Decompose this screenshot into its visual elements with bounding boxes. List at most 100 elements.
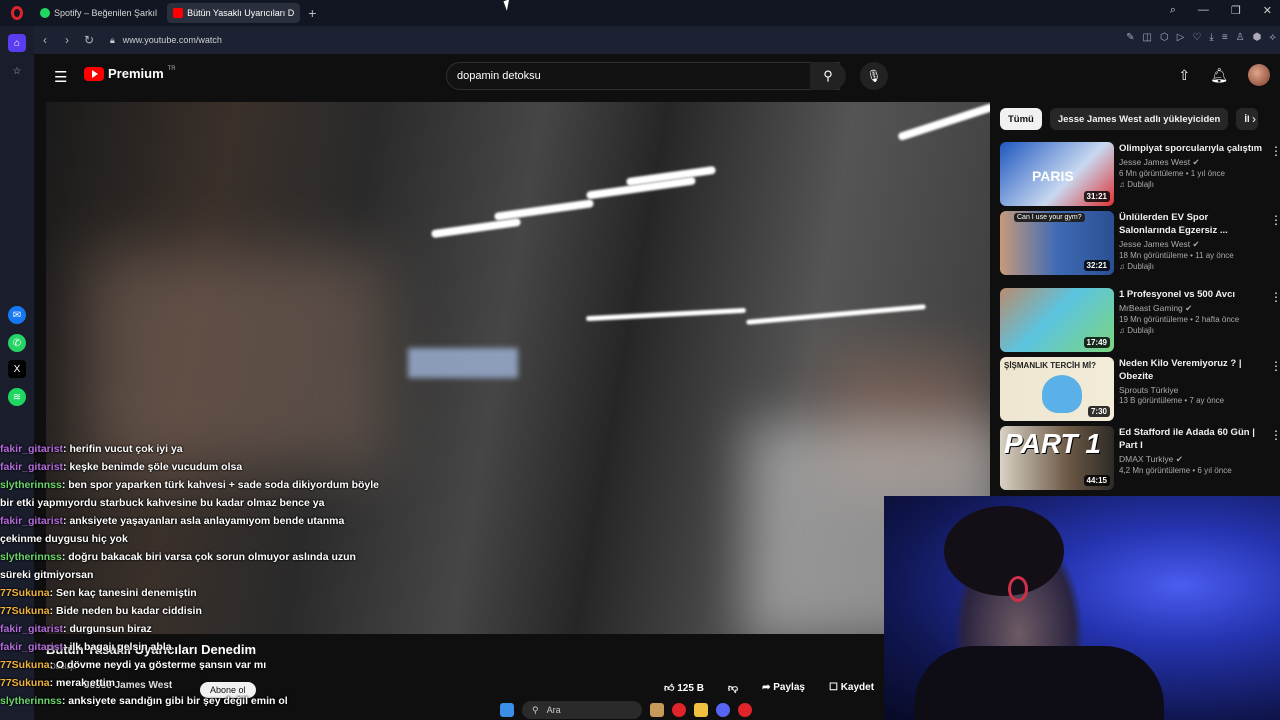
- stream-chat-overlay: fakir_gitarist: herifin vucut çok iyi ya…: [0, 440, 380, 710]
- opera-gx-icon[interactable]: [738, 703, 752, 717]
- hamburger-menu-icon[interactable]: ☰: [54, 68, 67, 86]
- x-icon[interactable]: X: [8, 360, 26, 378]
- menu-icon[interactable]: ≡: [1222, 32, 1228, 43]
- more-options-icon[interactable]: ⋮: [1270, 144, 1280, 158]
- widget-icon[interactable]: [650, 703, 664, 717]
- profile-icon[interactable]: ♙: [1236, 32, 1245, 43]
- channel-name[interactable]: Jesse James West: [1119, 157, 1190, 167]
- new-tab-button[interactable]: +: [308, 5, 316, 21]
- avatar[interactable]: [1248, 64, 1270, 86]
- recommended-video[interactable]: Can I use your gym? 32:21 Ünlülerden EV …: [1000, 211, 1280, 277]
- opera-logo-icon[interactable]: [0, 0, 34, 26]
- discord-icon[interactable]: [716, 703, 730, 717]
- windows-start-icon[interactable]: [500, 703, 514, 717]
- recommended-video[interactable]: PARIS 31:21 Olimpiyat sporcularıyla çalı…: [1000, 142, 1280, 208]
- tab-spotify[interactable]: Spotify – Beğenilen Şarkıl: [34, 3, 163, 23]
- video-title[interactable]: Neden Kilo Veremiyoruz ? | Obezite: [1119, 357, 1267, 383]
- duration-badge: 31:21: [1083, 191, 1110, 202]
- more-options-icon[interactable]: ⋮: [1270, 359, 1280, 373]
- ceiling-light: [493, 199, 595, 221]
- chat-text: : Sen kaç tanesini denemiştin: [49, 587, 197, 599]
- video-thumbnail[interactable]: ŞİŞMANLIK TERCİH Mİ? 7:30: [1000, 357, 1114, 421]
- sidebar-icon[interactable]: ⟡: [1269, 32, 1276, 43]
- channel-name[interactable]: Sprouts Türkiye: [1119, 385, 1178, 395]
- edit-icon[interactable]: ✎: [1126, 32, 1134, 43]
- voice-search-button[interactable]: 🎙︎: [860, 62, 888, 90]
- minimize-button[interactable]: —: [1198, 4, 1209, 17]
- chevron-right-icon[interactable]: ›: [1252, 112, 1256, 126]
- address-bar-icons: ✎ ◫ ⬡ ▷ ♡ ⤓ ≡ ♙ ⬢ ⟡: [1126, 32, 1276, 43]
- monitor-glow: [408, 348, 518, 378]
- video-title[interactable]: Olimpiyat sporcularıyla çalıştım: [1119, 142, 1267, 155]
- dislike-button[interactable]: 👎︎: [728, 682, 738, 694]
- chat-username: fakir_gitarist: [0, 443, 64, 455]
- whatsapp-icon[interactable]: ✆: [8, 334, 26, 352]
- upload-icon[interactable]: ⇧: [1178, 67, 1190, 84]
- messenger-icon[interactable]: ✉: [8, 306, 26, 324]
- url-field[interactable]: 🔒︎ www.youtube.com/watch: [110, 35, 222, 46]
- download-icon[interactable]: ⤓: [1209, 32, 1213, 43]
- close-button[interactable]: ✕: [1263, 4, 1272, 17]
- verified-icon: ✔︎: [1192, 157, 1200, 167]
- dubbed-badge: Dublajlı: [1127, 180, 1154, 189]
- search-input[interactable]: [457, 70, 777, 82]
- chat-message: fakir_gitarist: herifin vucut çok iyi ya: [0, 440, 380, 458]
- search-box[interactable]: ✕: [446, 62, 840, 90]
- thumbnail-text: PART 1: [1004, 428, 1101, 459]
- logo-text: Premium: [108, 66, 164, 81]
- video-thumbnail[interactable]: 17:49: [1000, 288, 1114, 352]
- search-tabs-icon[interactable]: ⌕: [1170, 4, 1176, 17]
- back-button[interactable]: ‹: [34, 33, 56, 47]
- dubbed-badge: Dublajlı: [1127, 262, 1154, 271]
- search-button[interactable]: ⚲: [810, 62, 846, 90]
- recommended-video[interactable]: 17:49 1 Profesyonel vs 500 Avcı MrBeast …: [1000, 288, 1280, 354]
- notifications-bell-icon[interactable]: 🔔︎: [1210, 67, 1228, 84]
- like-button[interactable]: 👍︎ 125 B: [664, 682, 704, 694]
- chat-username: 77Sukuna: [0, 605, 50, 617]
- youtube-logo[interactable]: Premium TR: [84, 66, 176, 81]
- save-button[interactable]: ☐ Kaydet: [829, 682, 874, 694]
- video-title[interactable]: Ünlülerden EV Spor Salonlarında Egzersiz…: [1119, 211, 1267, 237]
- chip-uploader[interactable]: Jesse James West adlı yükleyiciden: [1049, 108, 1229, 130]
- folder-icon[interactable]: [694, 703, 708, 717]
- forward-button[interactable]: ›: [56, 33, 78, 47]
- mic-icon: 🎙︎: [866, 69, 882, 83]
- video-title[interactable]: 1 Profesyonel vs 500 Avcı: [1119, 288, 1267, 301]
- taskbar-search[interactable]: ⚲ Ara: [522, 701, 642, 719]
- tab-youtube[interactable]: Bütün Yasaklı Uyarıcıları D: [167, 3, 301, 23]
- video-title[interactable]: Ed Stafford ile Adada 60 Gün | Part I: [1119, 426, 1267, 452]
- reload-button[interactable]: ↻: [78, 33, 100, 47]
- recommended-video[interactable]: PART 1 44:15 Ed Stafford ile Adada 60 Gü…: [1000, 426, 1280, 492]
- video-meta: 18 Mn görüntüleme • 11 ay önce: [1119, 251, 1234, 260]
- youtube-icon: [173, 8, 184, 18]
- home-icon[interactable]: ⌂: [8, 34, 26, 52]
- ceiling-light: [897, 102, 990, 142]
- video-thumbnail[interactable]: PARIS 31:21: [1000, 142, 1114, 206]
- video-thumbnail[interactable]: Can I use your gym? 32:21: [1000, 211, 1114, 275]
- opera-taskbar-icon[interactable]: [672, 703, 686, 717]
- channel-name[interactable]: Jesse James West: [1119, 239, 1190, 249]
- chip-all[interactable]: Tümü: [1000, 108, 1042, 130]
- spotify-sidebar-icon[interactable]: ≋: [8, 388, 26, 406]
- star-icon[interactable]: ☆: [8, 62, 26, 80]
- chat-username: fakir_gitarist: [0, 461, 64, 473]
- channel-name[interactable]: DMAX Turkiye: [1119, 454, 1173, 464]
- maximize-button[interactable]: ❐: [1231, 4, 1241, 17]
- thumbs-up-icon: 👍︎: [664, 683, 675, 694]
- extension-icon[interactable]: ⬢: [1253, 32, 1262, 43]
- cube-icon[interactable]: ⬡: [1160, 32, 1169, 43]
- lock-icon: 🔒︎: [110, 34, 115, 45]
- more-options-icon[interactable]: ⋮: [1270, 213, 1280, 227]
- play-icon[interactable]: ▷: [1177, 32, 1185, 43]
- share-icon: ➦: [762, 682, 771, 693]
- camera-icon[interactable]: ◫: [1143, 32, 1152, 43]
- chat-text: : durgunsun biraz: [63, 623, 152, 635]
- recommended-video[interactable]: ŞİŞMANLIK TERCİH Mİ? 7:30 Neden Kilo Ver…: [1000, 357, 1280, 423]
- heart-icon[interactable]: ♡: [1192, 32, 1201, 43]
- url-text: www.youtube.com/watch: [122, 35, 222, 45]
- more-options-icon[interactable]: ⋮: [1270, 428, 1280, 442]
- share-button[interactable]: ➦ Paylaş: [762, 682, 805, 694]
- video-thumbnail[interactable]: PART 1 44:15: [1000, 426, 1114, 490]
- channel-name[interactable]: MrBeast Gaming: [1119, 303, 1183, 313]
- more-options-icon[interactable]: ⋮: [1270, 290, 1280, 304]
